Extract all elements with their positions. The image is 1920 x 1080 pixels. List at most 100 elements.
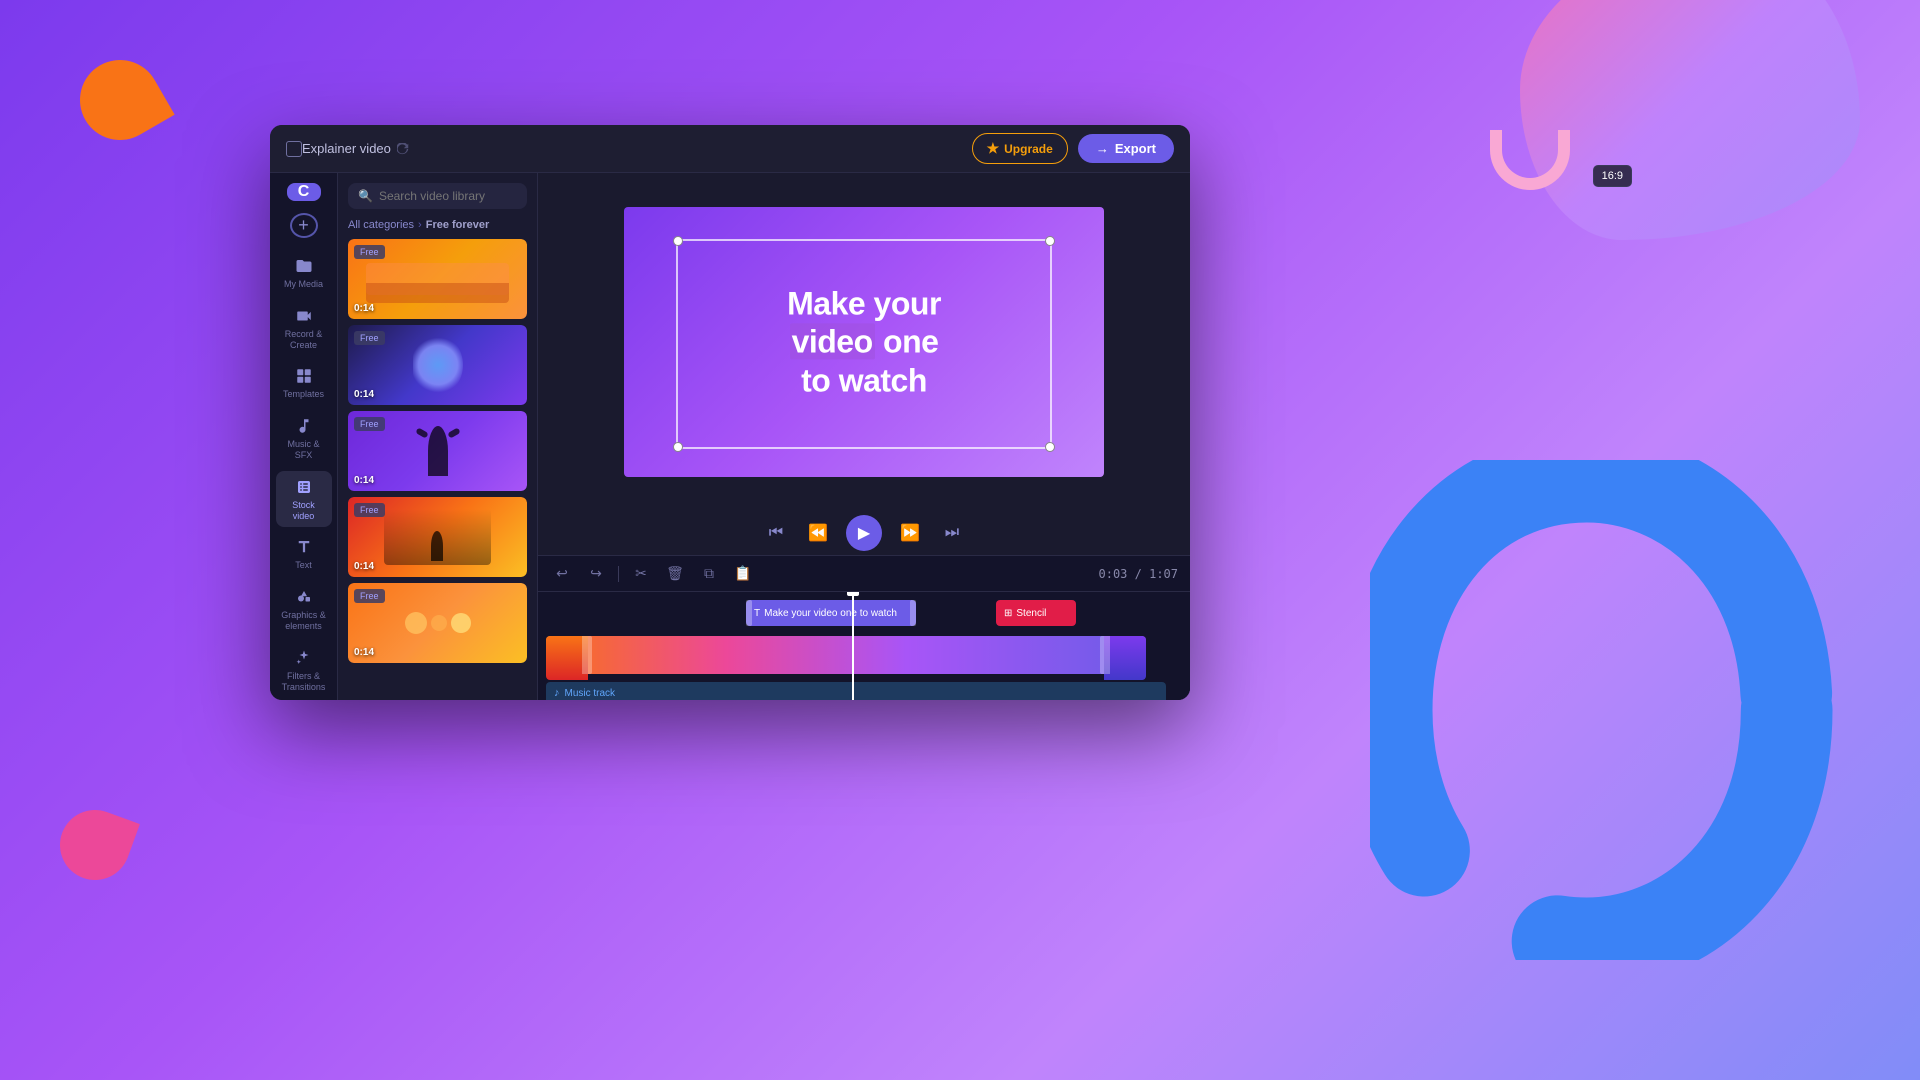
playback-controls: ⏮ ⏪ ▶ ⏩ ⏭ — [538, 511, 1190, 555]
export-button[interactable]: → Export — [1078, 134, 1174, 163]
logo-button[interactable]: C — [287, 183, 321, 201]
folder-icon — [294, 256, 314, 276]
upgrade-button[interactable]: ★ Upgrade — [972, 133, 1068, 164]
handle-tr[interactable] — [1045, 236, 1055, 246]
breadcrumb-separator: › — [418, 219, 422, 231]
search-bar: 🔍 — [338, 173, 537, 219]
sidebar-item-filters[interactable]: Filters &Transitions — [276, 642, 332, 699]
sidebar-item-record[interactable]: Record &Create — [276, 300, 332, 357]
play-button[interactable]: ▶ — [846, 515, 882, 551]
video-thumb-5[interactable]: Free 0:14 — [348, 583, 527, 663]
sidebar-item-stock-video[interactable]: Stockvideo — [276, 471, 332, 528]
time-current: 0:03 — [1099, 567, 1128, 581]
canvas-area: Make your video one to watch — [538, 173, 1190, 511]
duration-badge-1: 0:14 — [354, 303, 374, 314]
sidebar-label-templates: Templates — [283, 389, 324, 400]
breadcrumb-all-categories[interactable]: All categories — [348, 219, 414, 231]
handle-br[interactable] — [1045, 442, 1055, 452]
cut-button[interactable]: ✂ — [629, 562, 653, 586]
selection-box — [676, 239, 1052, 449]
sidebar-item-music[interactable]: Music & SFX — [276, 410, 332, 467]
sidebar-label-stock-video: Stockvideo — [292, 500, 315, 522]
skip-to-end-button[interactable]: ⏭ — [938, 519, 966, 547]
video-thumb-2[interactable]: Free 0:14 — [348, 325, 527, 405]
timeline-tracks: T Make your video one to watch ⊞ Stencil — [538, 592, 1190, 700]
fast-forward-button[interactable]: ⏩ — [896, 519, 924, 547]
handle-bl[interactable] — [673, 442, 683, 452]
video-icon — [294, 306, 314, 326]
sidebar-item-graphics[interactable]: Graphics &elements — [276, 581, 332, 638]
export-label: Export — [1115, 141, 1156, 156]
skip-to-start-button[interactable]: ⏮ — [762, 519, 790, 547]
music-icon — [294, 416, 314, 436]
video-clip-resize-left[interactable] — [582, 636, 592, 674]
video-thumb-4[interactable]: Free 0:14 — [348, 497, 527, 577]
app-window: Explainer video ★ Upgrade → Export C + — [270, 125, 1190, 700]
bg-blob-top-right — [1520, 0, 1860, 240]
free-badge-2: Free — [354, 331, 385, 345]
panel: 🔍 All categories › Free forever Fre — [338, 173, 538, 700]
duration-badge-3: 0:14 — [354, 475, 374, 486]
music-clip[interactable]: ♪ Music track — [546, 682, 1166, 700]
tracks-container: T Make your video one to watch ⊞ Stencil — [538, 592, 1190, 700]
text-clip-handle-left[interactable] — [746, 600, 752, 626]
duration-badge-5: 0:14 — [354, 647, 374, 658]
video-track — [546, 634, 1182, 678]
video-thumb-1[interactable]: Free 0:14 — [348, 239, 527, 319]
text-clip-label: Make your video one to watch — [764, 608, 897, 619]
canvas-frame: Make your video one to watch — [624, 207, 1104, 477]
undo-button[interactable]: ↩ — [550, 562, 574, 586]
tab-label: Explainer video — [302, 141, 409, 156]
tab-icon — [286, 141, 302, 157]
search-input[interactable] — [379, 189, 517, 203]
aspect-ratio-badge: 16:9 — [1593, 165, 1632, 187]
sidebar-label-graphics: Graphics &elements — [281, 610, 326, 632]
preview-area: Make your video one to watch ⏮ ⏪ — [538, 173, 1190, 700]
redo-button[interactable]: ↪ — [584, 562, 608, 586]
playhead-handle[interactable] — [847, 592, 859, 596]
rewind-button[interactable]: ⏪ — [804, 519, 832, 547]
stencil-clip-label: Stencil — [1016, 608, 1046, 619]
sparkles-icon — [294, 648, 314, 668]
text-clip[interactable]: T Make your video one to watch — [746, 600, 916, 626]
sidebar-item-my-media[interactable]: My Media — [276, 250, 332, 296]
sidebar-label-text: Text — [295, 560, 312, 571]
search-icon: 🔍 — [358, 189, 373, 203]
playhead[interactable] — [852, 592, 854, 700]
delete-button[interactable]: 🗑 — [663, 562, 687, 586]
refresh-icon — [397, 143, 409, 155]
free-badge-3: Free — [354, 417, 385, 431]
film-icon — [294, 477, 314, 497]
time-separator: / — [1135, 567, 1149, 581]
copy-button[interactable]: ⧉ — [697, 562, 721, 586]
video-clip[interactable] — [546, 636, 1146, 674]
video-clip-resize-right[interactable] — [1100, 636, 1110, 674]
sidebar-label-my-media: My Media — [284, 279, 323, 290]
sidebar-label-record: Record &Create — [285, 329, 323, 351]
stencil-clip[interactable]: ⊞ Stencil — [996, 600, 1076, 626]
free-badge-5: Free — [354, 589, 385, 603]
paste-button[interactable]: 📋 — [731, 562, 755, 586]
star-icon: ★ — [987, 140, 1000, 157]
shapes-icon — [294, 587, 314, 607]
video-thumb-3[interactable]: Free 0:14 — [348, 411, 527, 491]
tab-title: Explainer video — [302, 141, 391, 156]
free-badge-4: Free — [354, 503, 385, 517]
top-bar: Explainer video ★ Upgrade → Export — [270, 125, 1190, 173]
duration-badge-2: 0:14 — [354, 389, 374, 400]
breadcrumb: All categories › Free forever — [338, 219, 537, 239]
add-button[interactable]: + — [290, 213, 318, 238]
bg-blob-left-pink — [50, 800, 140, 890]
sidebar-item-templates[interactable]: Templates — [276, 360, 332, 406]
sidebar-label-filters: Filters &Transitions — [282, 671, 326, 693]
text-icon — [294, 537, 314, 557]
handle-tl[interactable] — [673, 236, 683, 246]
grid-icon — [294, 366, 314, 386]
search-input-wrap: 🔍 — [348, 183, 527, 209]
video-grid: Free 0:14 Free 0:14 — [338, 239, 537, 700]
text-clip-handle-right[interactable] — [910, 600, 916, 626]
free-badge-1: Free — [354, 245, 385, 259]
sidebar-item-text[interactable]: Text — [276, 531, 332, 577]
timeline-area: ↩ ↪ ✂ 🗑 ⧉ 📋 0:03 / 1:07 — [538, 555, 1190, 700]
music-note-icon: ♪ — [554, 687, 560, 699]
